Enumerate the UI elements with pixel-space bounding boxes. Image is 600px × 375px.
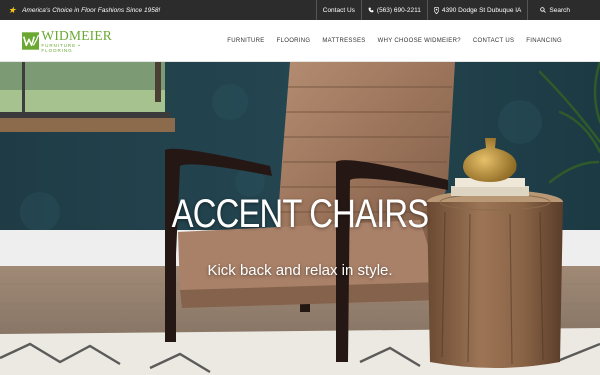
hero-title: ACCENT CHAIRS — [171, 192, 429, 236]
main-nav: FURNITURE FLOORING MATTRESSES WHY CHOOSE… — [227, 20, 562, 62]
nav-furniture[interactable]: FURNITURE — [227, 38, 264, 44]
nav-flooring[interactable]: FLOORING — [277, 38, 311, 44]
star-icon: ★ — [8, 4, 17, 15]
phone-number: (563) 690-2211 — [376, 6, 421, 14]
hero-banner[interactable]: ACCENT CHAIRS Kick back and relax in sty… — [0, 62, 600, 375]
site-logo[interactable]: WIDMEIER FURNITURE • FLOORING — [22, 29, 112, 53]
search-icon — [540, 7, 547, 13]
promo-text: America's Choice in Floor Fashions Since… — [22, 6, 161, 14]
logo-w-mark — [22, 32, 40, 50]
contact-us-link[interactable]: Contact Us — [315, 0, 361, 20]
contact-us-label: Contact Us — [322, 6, 355, 14]
promo-banner: ★ America's Choice in Floor Fashions Sin… — [0, 4, 316, 15]
nav-why-choose[interactable]: WHY CHOOSE WIDMEIER? — [378, 38, 461, 44]
search-label: Search — [549, 6, 570, 14]
store-address: 4390 Dodge St Dubuque IA — [441, 6, 522, 14]
nav-financing[interactable]: FINANCING — [526, 38, 562, 44]
phone-icon — [368, 7, 374, 13]
address-link[interactable]: 4390 Dodge St Dubuque IA — [426, 0, 528, 20]
top-utility-bar: ★ America's Choice in Floor Fashions Sin… — [0, 0, 600, 20]
phone-link[interactable]: (563) 690-2211 — [360, 0, 427, 20]
site-header: WIDMEIER FURNITURE • FLOORING FURNITURE … — [0, 20, 600, 62]
search-link[interactable]: Search — [527, 0, 600, 20]
brand-tagline: FURNITURE • FLOORING — [41, 43, 81, 53]
hero-subtitle: Kick back and relax in style. — [207, 262, 393, 279]
brand-name: WIDMEIER — [41, 27, 112, 43]
nav-mattresses[interactable]: MATTRESSES — [322, 38, 365, 44]
map-pin-icon — [433, 6, 439, 14]
nav-contact-us[interactable]: CONTACT US — [473, 38, 514, 44]
utility-links: Contact Us (563) 690-2211 4390 Dodge St … — [315, 0, 600, 20]
